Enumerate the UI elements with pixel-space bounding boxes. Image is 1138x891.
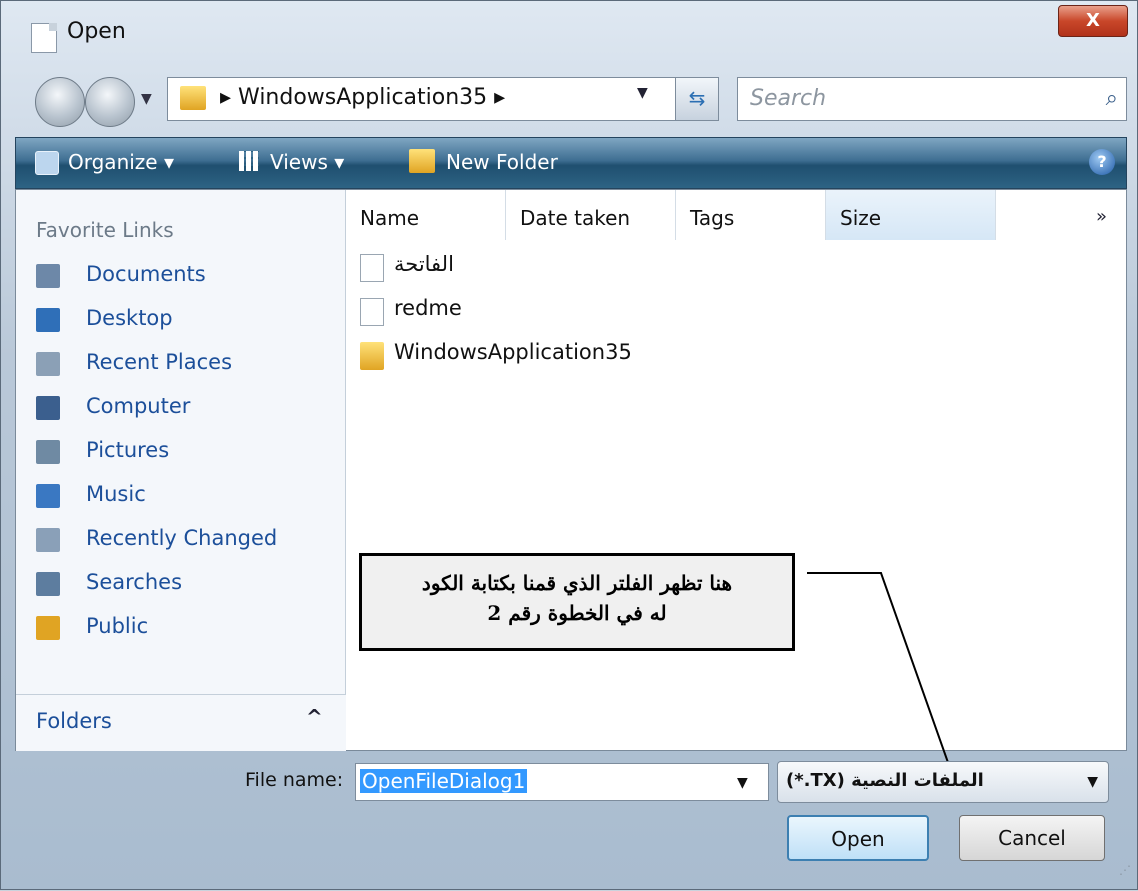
sidebar-item[interactable]: Searches [36,570,336,600]
address-path: ▸ WindowsApplication35 ▸ [220,85,505,110]
favorite-links-heading: Favorite Links [36,218,174,242]
chevron-up-icon[interactable]: ^ [306,705,323,729]
recent-places-icon [36,352,60,376]
recently-changed-icon [36,528,60,552]
resize-grip-icon[interactable]: ⋰ [1119,863,1131,877]
column-header-date-taken[interactable]: Date taken [506,190,676,240]
views-icon [239,151,259,171]
refresh-button[interactable]: ⇆ [675,77,719,121]
folder-icon [180,86,206,110]
sidebar-item[interactable]: Desktop [36,306,336,336]
new-folder-icon [409,149,435,173]
more-columns-icon[interactable]: » [1096,206,1107,227]
organize-button[interactable]: Organize ▾ [68,150,174,174]
sidebar-item-label: Recently Changed [86,526,278,550]
sidebar-item-label: Pictures [86,438,170,462]
command-toolbar: Organize ▾ Views ▾ New Folder [15,137,1127,189]
public-folder-icon [36,616,60,640]
sidebar-item-label: Desktop [86,306,173,330]
cancel-button[interactable]: Cancel [959,815,1105,861]
annotation-callout: هنا تظهر الفلتر الذي قمنا بكتابة الكود ل… [359,553,795,651]
history-dropdown-icon[interactable]: ▼ [141,91,152,107]
list-item[interactable]: redme [360,294,760,326]
open-file-dialog: Open X ▼ ▸ WindowsApplication35 ▸ ▼ ⇆ Se… [0,0,1138,890]
folders-label: Folders [36,709,112,733]
text-file-icon [360,254,384,282]
folders-toggle[interactable]: Folders ^ [16,694,346,751]
pictures-icon [36,440,60,464]
close-button[interactable]: X [1058,5,1128,37]
views-button[interactable]: Views ▾ [270,150,344,174]
sidebar-item-label: Documents [86,262,206,286]
music-icon [36,484,60,508]
sidebar-item[interactable]: Pictures [36,438,336,468]
title-bar: Open X [1,1,1138,65]
searches-icon [36,572,60,596]
file-name: WindowsApplication35 [394,340,632,364]
new-folder-button[interactable]: New Folder [446,150,558,174]
open-button[interactable]: Open [787,815,929,861]
file-list: Name Date taken Tags Size » الفاتحة redme… [346,190,1126,750]
breadcrumb-folder[interactable]: WindowsApplication35 [238,85,487,110]
organize-icon [35,151,59,175]
chevron-down-icon: ▼ [1087,774,1098,790]
search-box[interactable]: Search ⌕ [737,77,1127,121]
search-placeholder: Search [750,86,827,111]
sidebar-item[interactable]: Computer [36,394,336,424]
document-icon [31,23,57,53]
address-bar[interactable]: ▸ WindowsApplication35 ▸ [167,77,713,121]
browser-panes: Favorite Links Documents Desktop Recent Pl… [15,189,1127,751]
file-name: الفاتحة [394,252,454,276]
window-title: Open [67,19,126,44]
column-header-tags[interactable]: Tags [676,190,826,240]
search-icon[interactable]: ⌕ [1106,86,1118,111]
annotation-line-2: له في الخطوة رقم 2 [487,601,667,625]
breadcrumb-separator: ▸ [494,85,506,110]
file-name-input[interactable]: OpenFileDialog1 [355,763,769,801]
breadcrumb-separator: ▸ [220,85,232,110]
file-type-filter-value: (*.TX) الملفات النصية [786,770,984,791]
sidebar-item[interactable]: Recent Places [36,350,336,380]
sidebar-item-label: Public [86,614,149,638]
navigation-pane: Favorite Links Documents Desktop Recent Pl… [16,190,346,751]
file-name-label: File name: [245,769,344,791]
file-name: redme [394,296,462,320]
file-name-value: OpenFileDialog1 [360,769,528,793]
sidebar-item-label: Searches [86,570,183,594]
computer-icon [36,396,60,420]
annotation-line-1: هنا تظهر الفلتر الذي قمنا بكتابة الكود [421,571,733,595]
sidebar-item-label: Computer [86,394,191,418]
forward-button[interactable] [85,77,135,127]
sidebar-item[interactable]: Music [36,482,336,512]
text-file-icon [360,298,384,326]
address-dropdown-icon[interactable]: ▼ [637,85,648,101]
sidebar-item[interactable]: Recently Changed [36,526,336,556]
list-item[interactable]: الفاتحة [360,250,760,282]
sidebar-item[interactable]: Public [36,614,336,644]
help-icon[interactable]: ? [1089,149,1115,175]
column-header-name[interactable]: Name [346,190,506,240]
list-item[interactable]: WindowsApplication35 [360,338,760,370]
column-header-size[interactable]: Size [826,190,996,240]
sidebar-item[interactable]: Documents [36,262,336,292]
sidebar-item-label: Recent Places [86,350,233,374]
documents-icon [36,264,60,288]
back-button[interactable] [35,77,85,127]
file-name-dropdown-icon[interactable]: ▼ [737,775,748,791]
desktop-icon [36,308,60,332]
file-type-filter-select[interactable]: (*.TX) الملفات النصية ▼ [777,761,1109,803]
folder-icon [360,342,384,370]
sidebar-item-label: Music [86,482,146,506]
